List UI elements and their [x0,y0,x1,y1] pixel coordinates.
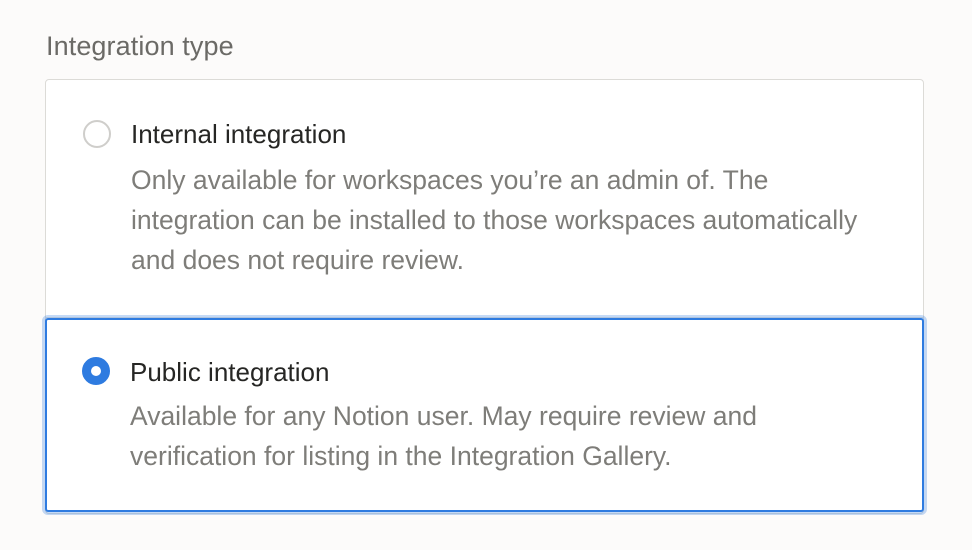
internal-integration-radio[interactable] [83,120,111,148]
internal-integration-title: Internal integration [131,119,347,149]
public-integration-option[interactable]: Public integration Available for any Not… [42,315,927,515]
integration-type-radio-group: Internal integration Only available for … [42,79,927,515]
integration-type-label: Integration type [46,31,234,61]
internal-integration-description: Only available for workspaces you’re an … [131,165,858,275]
internal-integration-option[interactable]: Internal integration Only available for … [46,80,923,318]
public-integration-title: Public integration [130,357,330,387]
radio-selected-dot-icon [91,366,101,376]
public-integration-description: Available for any Notion user. May requi… [130,401,758,471]
public-integration-radio[interactable] [82,357,110,385]
